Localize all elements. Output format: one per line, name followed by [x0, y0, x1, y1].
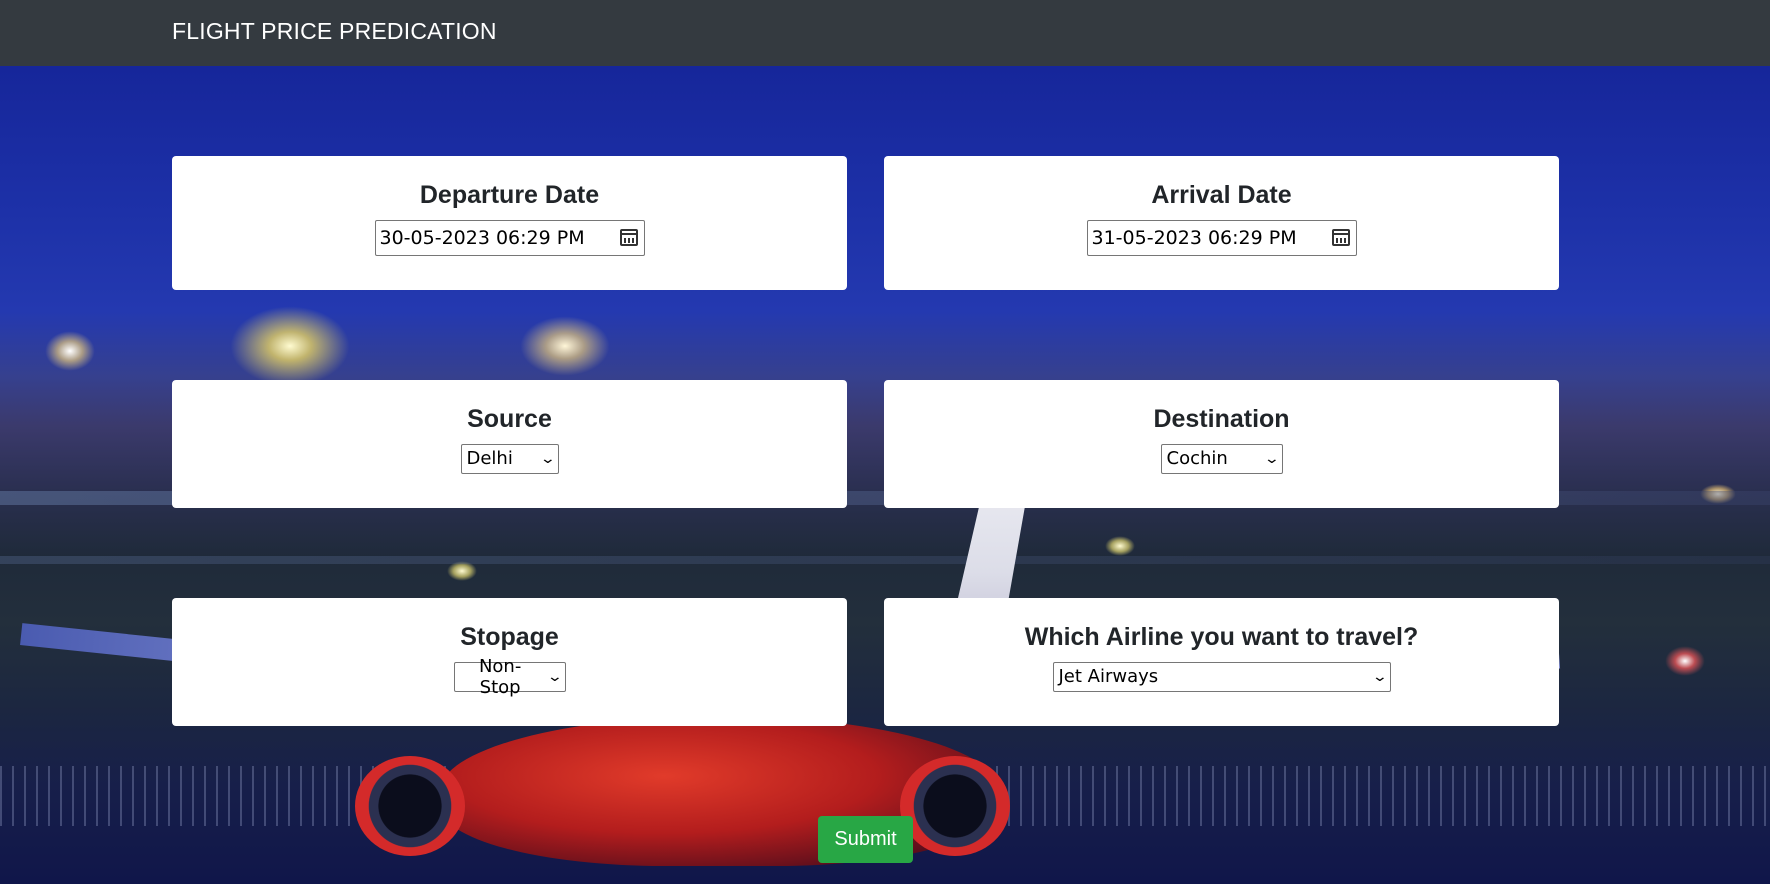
- arrival-date-input[interactable]: 31-05-2023 06:29 PM: [1086, 219, 1357, 256]
- airline-selected-value: Jet Airways: [1058, 666, 1159, 687]
- chevron-down-icon: ⌄: [539, 450, 556, 467]
- navbar: FLIGHT PRICE PREDICATION: [0, 0, 1770, 66]
- destination-selected-value: Cochin: [1166, 448, 1228, 469]
- destination-card: Destination Cochin ⌄: [884, 380, 1559, 508]
- chevron-down-icon: ⌄: [1371, 668, 1388, 685]
- calendar-icon[interactable]: [1331, 229, 1350, 246]
- departure-date-value: 30-05-2023 06:29 PM: [379, 226, 585, 249]
- arrival-date-card: Arrival Date 31-05-2023 06:29 PM: [884, 156, 1559, 290]
- departure-date-label: Departure Date: [419, 181, 600, 209]
- submit-button[interactable]: Submit: [818, 816, 913, 863]
- calendar-icon[interactable]: [619, 229, 638, 246]
- destination-label: Destination: [1153, 405, 1290, 433]
- source-select[interactable]: Delhi ⌄: [460, 443, 559, 474]
- airline-select[interactable]: Jet Airways ⌄: [1052, 661, 1391, 692]
- chevron-down-icon: ⌄: [1263, 450, 1280, 467]
- airline-label: Which Airline you want to travel?: [1024, 623, 1419, 651]
- stopage-select[interactable]: Non-Stop ⌄: [453, 656, 566, 698]
- stopage-label: Stopage: [460, 623, 559, 651]
- destination-select[interactable]: Cochin ⌄: [1160, 443, 1283, 474]
- chevron-down-icon: ⌄: [546, 668, 563, 685]
- departure-date-input[interactable]: 30-05-2023 06:29 PM: [374, 219, 645, 256]
- departure-date-card: Departure Date 30-05-2023 06:29 PM: [172, 156, 847, 290]
- source-selected-value: Delhi: [466, 448, 513, 469]
- airline-card: Which Airline you want to travel? Jet Ai…: [884, 598, 1559, 726]
- stopage-card: Stopage Non-Stop ⌄: [172, 598, 847, 726]
- app-title[interactable]: FLIGHT PRICE PREDICATION: [172, 18, 497, 45]
- source-label: Source: [467, 405, 552, 433]
- arrival-date-label: Arrival Date: [1151, 181, 1292, 209]
- source-card: Source Delhi ⌄: [172, 380, 847, 508]
- stopage-selected-value: Non-Stop: [478, 655, 522, 698]
- arrival-date-value: 31-05-2023 06:29 PM: [1091, 226, 1297, 249]
